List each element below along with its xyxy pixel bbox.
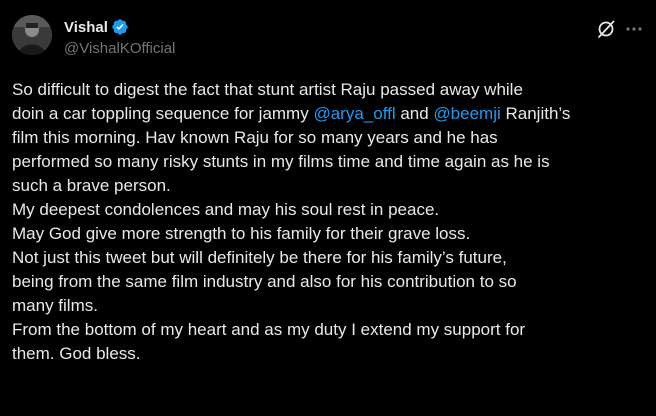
tweet-text-fragment: and [395,104,434,123]
avatar[interactable] [12,15,52,55]
tweet-text-line: performed so many risky stunts in my fil… [12,152,550,171]
tweet-text-line: doin a car toppling sequence for jammy @… [12,102,648,126]
tweet-text-line: Not just this tweet but will definitely … [12,248,507,267]
tweet-card: Vishal @VishalKOfficial So difficult to … [0,0,656,416]
more-options-icon[interactable] [623,18,645,40]
tweet-text-line: film this morning. Hav known Raju for so… [12,128,498,147]
tweet-text-line: many films. [12,296,98,315]
tweet-text-line: So difficult to digest the fact that stu… [12,80,523,99]
verified-badge-icon [111,18,129,36]
author-handle[interactable]: @VishalKOfficial [64,40,175,57]
mention-link-arya[interactable]: @arya_offl [313,104,395,123]
tweet-text-line: being from the same film industry and al… [12,272,517,291]
avatar-image [12,15,52,55]
tweet-text-fragment: doin a car toppling sequence for jammy [12,104,314,123]
mention-link-beemji[interactable]: @beemji [433,104,500,123]
author-name-row: Vishal [64,16,129,38]
tweet-text: So difficult to digest the fact that stu… [12,78,648,366]
author-display-name[interactable]: Vishal [64,19,108,36]
tweet-text-line: My deepest condolences and may his soul … [12,200,440,219]
tweet-text-fragment: Ranjith’s [500,104,571,123]
tweet-text-line: them. God bless. [12,344,141,363]
tweet-text-line: From the bottom of my heart and as my du… [12,320,526,339]
tweet-text-line: May God give more strength to his family… [12,224,471,243]
tweet-text-line: such a brave person. [12,176,171,195]
grok-icon[interactable] [595,18,617,40]
